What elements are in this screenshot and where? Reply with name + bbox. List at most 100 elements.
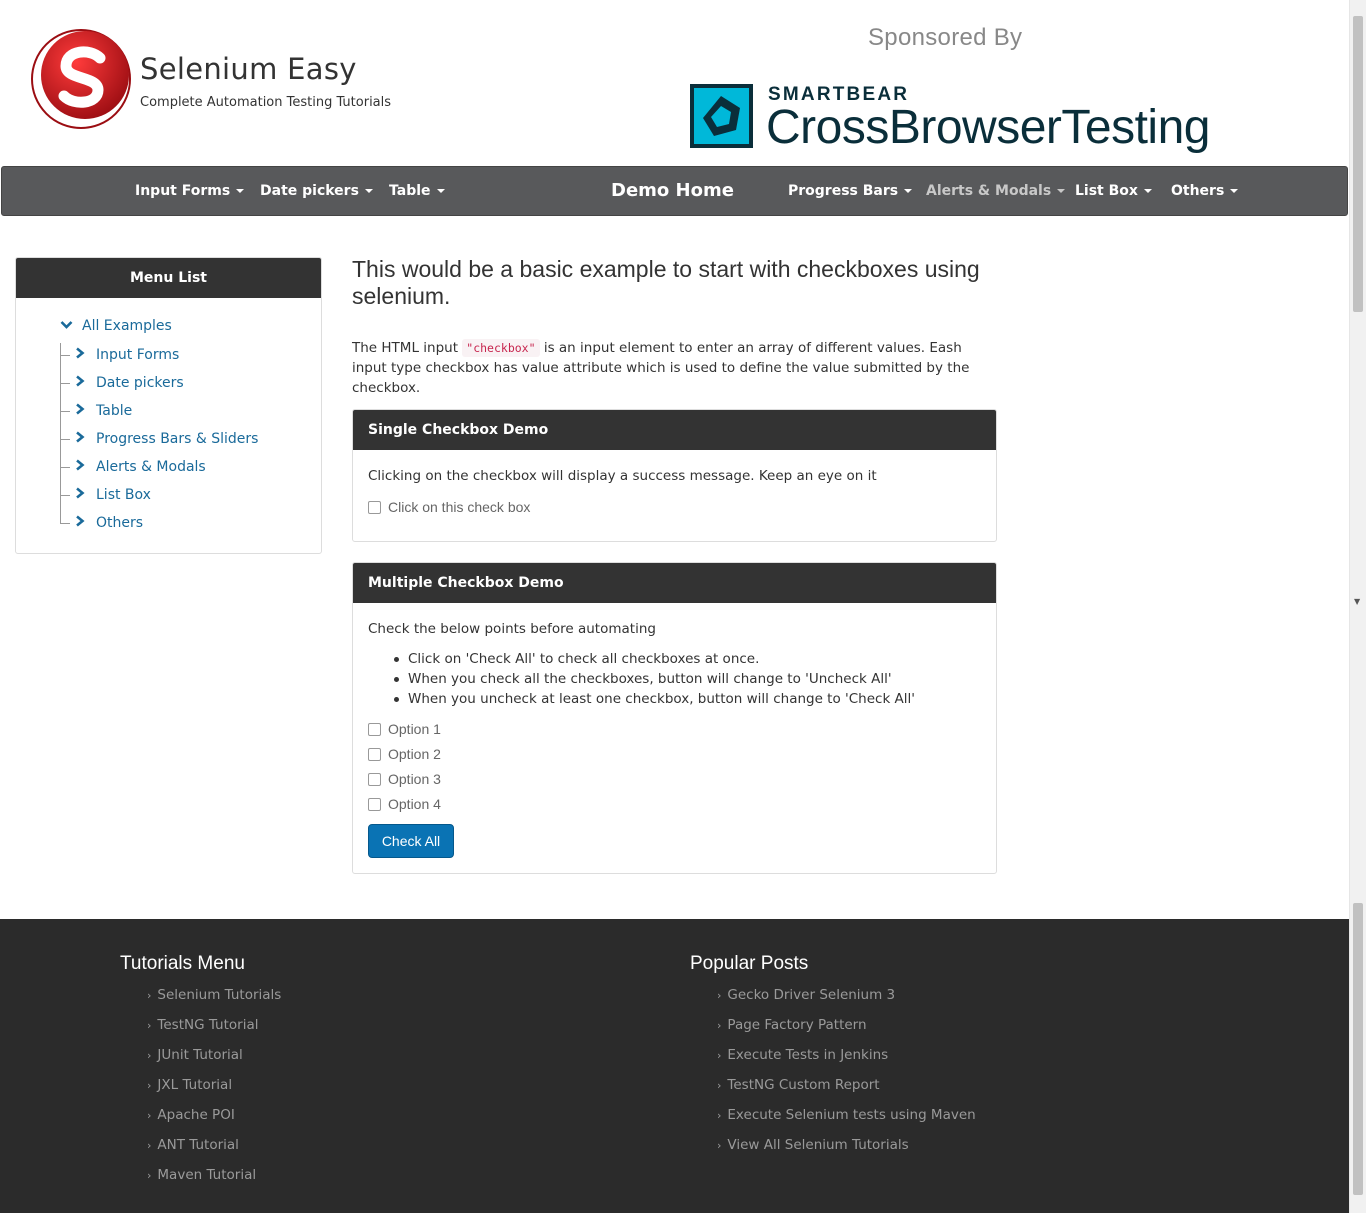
instruction-list: Click on 'Check All' to check all checkb… (393, 649, 915, 709)
sponsor-crossbrowsertesting[interactable]: CrossBrowserTesting (766, 100, 1210, 155)
footer-link-label: Execute Tests in Jenkins (727, 1047, 889, 1063)
caret-down-icon (236, 189, 245, 193)
footer-link-label: Maven Tutorial (157, 1167, 257, 1183)
sidebar-item-list-box[interactable]: List Box (74, 487, 151, 503)
tree-connector (60, 411, 70, 412)
footer-link[interactable]: › TestNG Custom Report (717, 1077, 976, 1107)
caret-down-icon (1143, 189, 1152, 193)
footer-link-label: View All Selenium Tutorials (727, 1137, 909, 1153)
angle-right-icon: › (717, 1109, 722, 1122)
footer-link[interactable]: › ANT Tutorial (147, 1137, 281, 1167)
checkbox-label[interactable]: Option 2 (388, 746, 441, 762)
chevron-right-icon (76, 347, 85, 359)
footer-link-label: Gecko Driver Selenium 3 (727, 987, 896, 1003)
checkbox-input[interactable] (368, 797, 381, 811)
crossbrowsertesting-logo-icon[interactable] (690, 84, 753, 148)
footer-link[interactable]: › Selenium Tutorials (147, 987, 281, 1017)
checkbox-label[interactable]: Option 3 (388, 771, 441, 787)
list-item: When you uncheck at least one checkbox, … (393, 689, 915, 709)
nav-label: Alerts & Modals (926, 183, 1052, 199)
nav-list-box[interactable]: List Box (1075, 167, 1152, 215)
chevron-right-icon (76, 375, 85, 387)
inline-code: "checkbox" (462, 339, 540, 357)
list-item: Click on 'Check All' to check all checkb… (393, 649, 915, 669)
brand-name[interactable]: Selenium Easy (140, 52, 357, 86)
caret-down-icon (1230, 189, 1239, 193)
check-all-button[interactable]: Check All (368, 824, 454, 858)
sidebar-item-table[interactable]: Table (74, 403, 132, 419)
scroll-down-arrow-icon[interactable]: ▼ (1354, 597, 1360, 606)
footer-link-label: JUnit Tutorial (157, 1047, 243, 1063)
caret-down-icon (436, 189, 445, 193)
footer-link-label: TestNG Tutorial (157, 1017, 259, 1033)
sponsor-label: Sponsored By (868, 24, 1023, 51)
scrollbar-thumb[interactable] (1353, 16, 1363, 312)
tree-connector (60, 439, 70, 440)
footer-link[interactable]: › Maven Tutorial (147, 1167, 281, 1197)
scrollbar-thumb[interactable] (1353, 903, 1363, 1195)
sidebar-item-label: Alerts & Modals (96, 459, 206, 475)
checkbox-label[interactable]: Option 4 (388, 796, 441, 812)
main-navbar: Input Forms Date pickers Table Demo Home… (1, 166, 1348, 216)
sidebar-item-input-forms[interactable]: Input Forms (74, 347, 179, 363)
brand-tagline: Complete Automation Testing Tutorials (140, 95, 392, 110)
option-2-checkbox[interactable]: Option 2 (368, 745, 441, 763)
checkbox-input[interactable] (368, 772, 381, 786)
checkbox-input[interactable] (368, 722, 381, 736)
sidebar-item-label: Table (96, 403, 133, 419)
option-1-checkbox[interactable]: Option 1 (368, 720, 441, 738)
tree-root-label: All Examples (82, 318, 172, 334)
angle-right-icon: › (717, 1079, 722, 1092)
caret-down-icon (1057, 189, 1066, 193)
nav-table[interactable]: Table (389, 167, 445, 215)
sidebar-item-progress-bars-sliders[interactable]: Progress Bars & Sliders (74, 431, 258, 447)
footer-link[interactable]: › JXL Tutorial (147, 1077, 281, 1107)
tree-root-all-examples[interactable]: All Examples (60, 318, 172, 334)
footer-link[interactable]: › Page Factory Pattern (717, 1017, 976, 1047)
footer-link[interactable]: › Apache POI (147, 1107, 281, 1137)
footer-posts-title: Popular Posts (690, 953, 809, 974)
sidebar-item-others[interactable]: Others (74, 515, 143, 531)
footer-link[interactable]: › View All Selenium Tutorials (717, 1137, 976, 1167)
angle-right-icon: › (147, 1109, 152, 1122)
sidebar-item-alerts-modals[interactable]: Alerts & Modals (74, 459, 206, 475)
angle-right-icon: › (717, 1139, 722, 1152)
sidebar-item-label: Progress Bars & Sliders (96, 431, 259, 447)
footer-link[interactable]: › TestNG Tutorial (147, 1017, 281, 1047)
nav-others[interactable]: Others (1171, 167, 1239, 215)
sidebar-item-label: Others (96, 515, 144, 531)
footer-tutorials-title: Tutorials Menu (120, 953, 245, 974)
option-3-checkbox[interactable]: Option 3 (368, 770, 441, 788)
nav-demo-home[interactable]: Demo Home (611, 167, 734, 215)
angle-right-icon: › (147, 1019, 152, 1032)
footer-link[interactable]: › Execute Selenium tests using Maven (717, 1107, 976, 1137)
sidebar-item-label: Input Forms (96, 347, 180, 363)
chevron-down-icon (60, 321, 73, 329)
page-description: The HTML input "checkbox" is an input el… (352, 338, 992, 398)
checkbox-label[interactable]: Click on this check box (388, 499, 530, 515)
footer-link[interactable]: › Gecko Driver Selenium 3 (717, 987, 976, 1017)
sidebar-item-date-pickers[interactable]: Date pickers (74, 375, 184, 391)
selenium-easy-logo[interactable] (30, 28, 132, 130)
footer-link[interactable]: › Execute Tests in Jenkins (717, 1047, 976, 1077)
page-scrollbar[interactable]: ▼ (1349, 0, 1366, 1213)
footer-link[interactable]: › JUnit Tutorial (147, 1047, 281, 1077)
option-4-checkbox[interactable]: Option 4 (368, 795, 441, 813)
angle-right-icon: › (147, 1139, 152, 1152)
checkbox-input[interactable] (368, 500, 381, 514)
footer: Tutorials Menu › Selenium Tutorials › Test… (0, 919, 1349, 1213)
tree-connector (60, 343, 61, 524)
footer-link-label: JXL Tutorial (157, 1077, 233, 1093)
tree-connector (60, 523, 70, 524)
nav-input-forms[interactable]: Input Forms (135, 167, 245, 215)
single-checkbox[interactable]: Click on this check box (368, 498, 530, 516)
panel-instruction: Check the below points before automating (368, 621, 656, 637)
nav-alerts-modals[interactable]: Alerts & Modals (926, 167, 1066, 215)
nav-date-pickers[interactable]: Date pickers (260, 167, 373, 215)
angle-right-icon: › (717, 989, 722, 1002)
checkbox-input[interactable] (368, 747, 381, 761)
nav-label: Date pickers (260, 183, 359, 199)
checkbox-label[interactable]: Option 1 (388, 721, 441, 737)
nav-progress-bars[interactable]: Progress Bars (788, 167, 913, 215)
nav-label: Progress Bars (788, 183, 899, 199)
